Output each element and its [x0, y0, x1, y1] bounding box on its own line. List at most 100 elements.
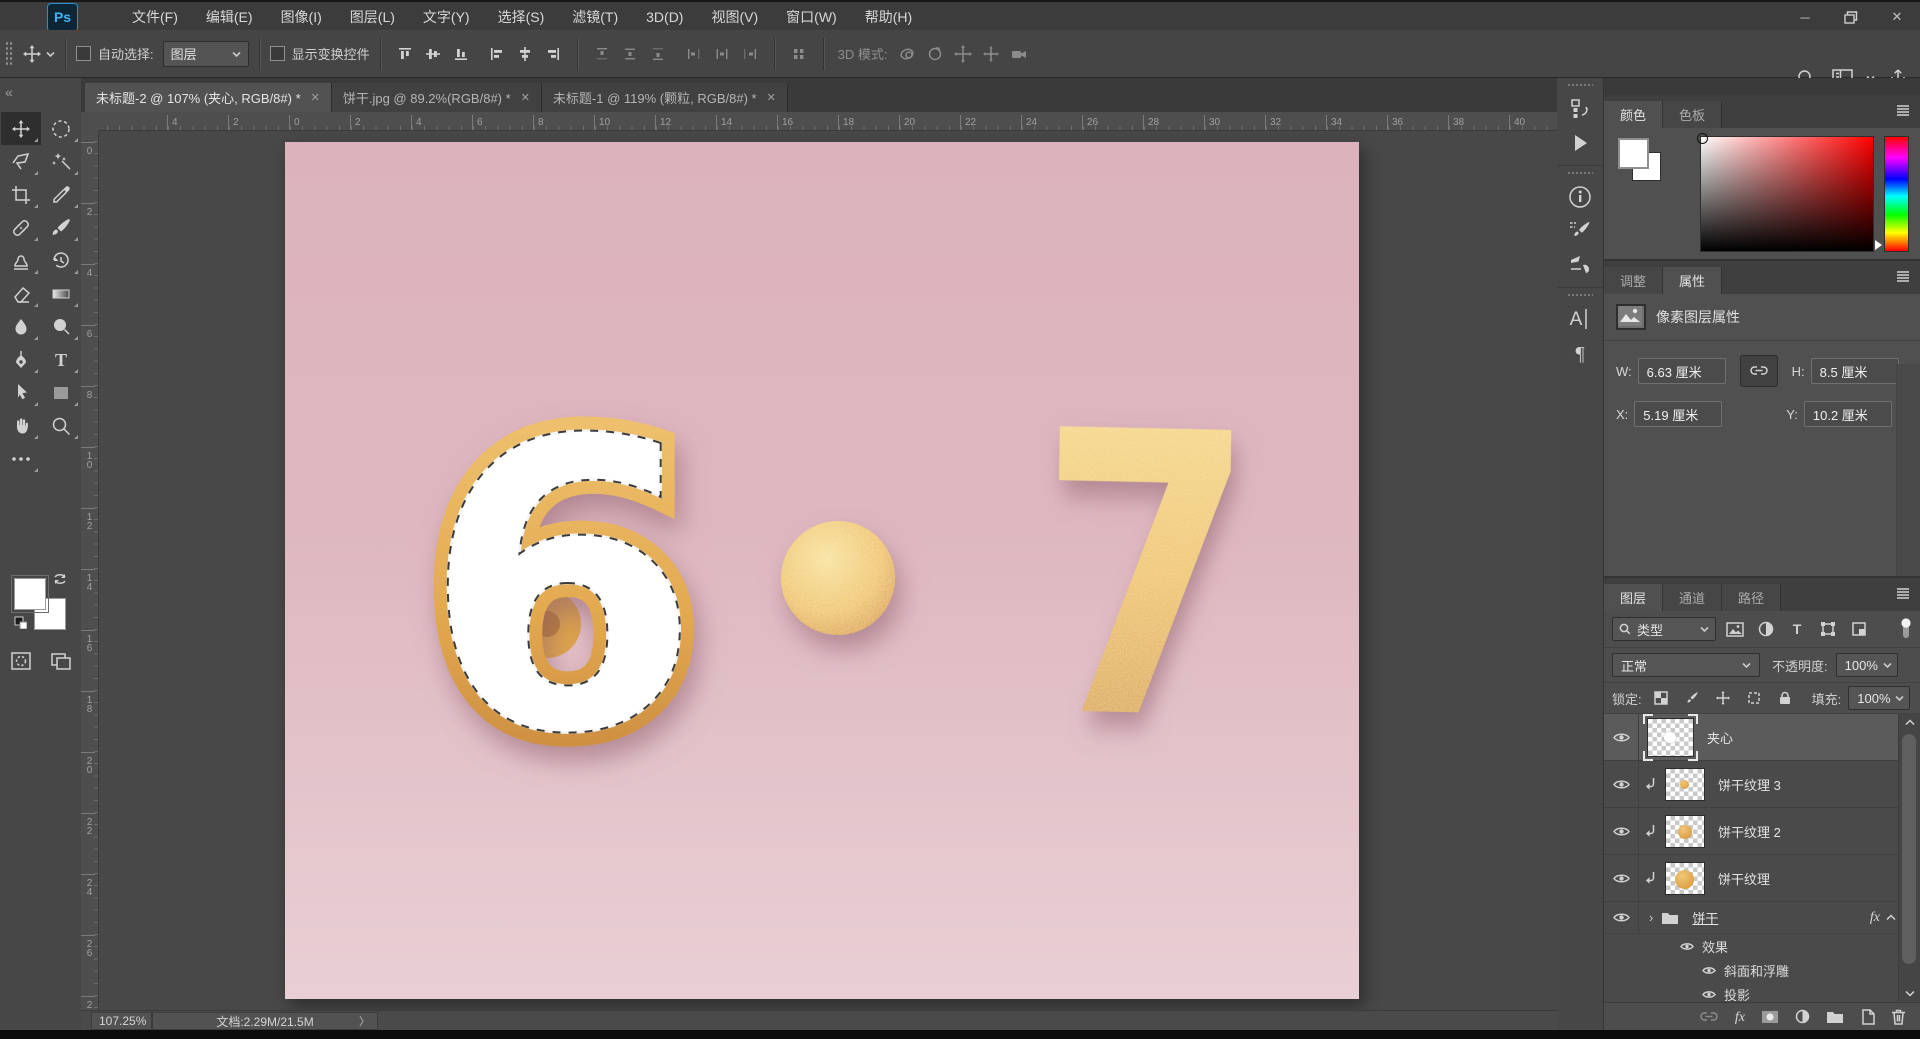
saturation-brightness-box[interactable]	[1697, 133, 1874, 252]
document-tab-3[interactable]: 未标题-1 @ 119% (颗粒, RGB/8#) * ✕	[541, 83, 788, 112]
menu-item[interactable]: 视图(V)	[697, 3, 772, 31]
lock-all-icon[interactable]	[1773, 687, 1797, 709]
3d-drag-icon[interactable]	[949, 40, 977, 68]
scroll-up-arrow[interactable]	[1899, 714, 1920, 730]
auto-select-checkbox[interactable]	[76, 46, 91, 61]
show-transform-checkbox[interactable]	[269, 46, 285, 61]
menu-item[interactable]: 图层(L)	[336, 3, 409, 31]
move-tool[interactable]	[0, 112, 41, 145]
move-tool-preset-icon[interactable]	[18, 40, 46, 68]
hand-tool[interactable]	[1, 409, 41, 442]
layer-group-row[interactable]: › 饼干 fx	[1604, 902, 1920, 934]
filter-adjustment-layers-icon[interactable]	[1754, 618, 1778, 640]
panel-menu-icon[interactable]	[1895, 104, 1911, 116]
blur-tool[interactable]	[1, 310, 41, 343]
panel-grip[interactable]	[1567, 171, 1593, 176]
lasso-tool[interactable]	[1, 145, 41, 178]
tab-color[interactable]: 颜色	[1604, 101, 1664, 128]
layer-thumbnail[interactable]	[1665, 814, 1705, 848]
3d-roll-icon[interactable]	[921, 40, 949, 68]
visibility-eye-icon[interactable]	[1604, 761, 1639, 807]
opacity-dropdown[interactable]: 100%	[1835, 653, 1898, 677]
group-expand-chevron[interactable]: ›	[1649, 910, 1653, 925]
panel-grip[interactable]	[1567, 83, 1593, 88]
layer-name[interactable]: 饼干纹理	[1718, 869, 1770, 888]
marquee-tool[interactable]	[41, 112, 81, 145]
clone-stamp-tool[interactable]	[1, 244, 41, 277]
close-button[interactable]: ✕	[1874, 2, 1920, 32]
document-canvas[interactable]: 6 6 6 7	[285, 142, 1359, 999]
y-field[interactable]: 10.2 厘米	[1803, 401, 1892, 427]
actions-panel-icon[interactable]	[1557, 126, 1603, 160]
scroll-down-arrow[interactable]	[1899, 985, 1920, 1001]
swap-colors-icon[interactable]	[52, 572, 68, 586]
status-expand-chevron[interactable]: 〉	[359, 1013, 370, 1029]
collapse-effects-chevron[interactable]	[1886, 914, 1896, 921]
width-field[interactable]: 6.63 厘米	[1637, 358, 1726, 384]
fx-badge[interactable]: fx	[1870, 910, 1880, 926]
vertical-ruler[interactable]: 0 2 4 6 8 10 12 14 16 18 20 22 24 26 28	[81, 131, 99, 1010]
distribute-spacing-button[interactable]	[785, 40, 813, 68]
align-right-edges-button[interactable]	[539, 40, 567, 68]
panel-grip[interactable]	[1567, 293, 1593, 298]
distribute-right-edges-button[interactable]	[736, 40, 764, 68]
layer-name[interactable]: 饼干纹理 2	[1718, 822, 1781, 841]
close-tab-icon[interactable]: ✕	[521, 91, 530, 104]
gradient-tool[interactable]	[41, 277, 81, 310]
dodge-tool[interactable]	[41, 310, 81, 343]
effects-eye-icon[interactable]	[1680, 942, 1694, 951]
tab-adjustments[interactable]: 调整	[1604, 267, 1664, 294]
shape-tool[interactable]	[41, 376, 81, 409]
brush-tool[interactable]	[41, 211, 81, 244]
layer-row-jiaxin[interactable]: 夹心	[1604, 713, 1920, 761]
hue-slider-marker[interactable]	[1875, 240, 1882, 250]
new-group-icon[interactable]	[1826, 1010, 1844, 1023]
tab-paths[interactable]: 路径	[1722, 584, 1782, 611]
eraser-tool[interactable]	[1, 277, 41, 310]
lock-transparency-icon[interactable]	[1649, 687, 1673, 709]
layer-thumbnail[interactable]	[1665, 767, 1705, 801]
visibility-eye-icon[interactable]	[1604, 808, 1639, 854]
menu-item[interactable]: 滤镜(T)	[558, 3, 632, 31]
pen-tool[interactable]	[1, 343, 41, 376]
filtering-toggle[interactable]	[1900, 618, 1912, 640]
document-tab-1[interactable]: 未标题-2 @ 107% (夹心, RGB/8#) * ✕	[85, 83, 332, 112]
effect-eye-icon[interactable]	[1702, 966, 1716, 975]
effects-row[interactable]: 效果	[1604, 934, 1920, 958]
3d-slide-icon[interactable]	[977, 40, 1005, 68]
character-panel-icon[interactable]: A	[1557, 302, 1603, 336]
dock-collapse-chevrons[interactable]: «	[5, 84, 13, 100]
distribute-horizontal-centers-button[interactable]	[708, 40, 736, 68]
quick-mask-button[interactable]	[1, 644, 41, 677]
filter-shape-layers-icon[interactable]	[1816, 618, 1840, 640]
foreground-color-swatch[interactable]	[11, 575, 49, 613]
magic-wand-tool[interactable]	[41, 145, 81, 178]
lock-position-icon[interactable]	[1711, 687, 1735, 709]
distribute-bottom-edges-button[interactable]	[644, 40, 672, 68]
layers-scrollbar[interactable]	[1898, 714, 1920, 1001]
x-field[interactable]: 5.19 厘米	[1634, 401, 1723, 427]
crop-tool[interactable]	[1, 178, 41, 211]
new-layer-icon[interactable]	[1860, 1008, 1875, 1025]
filter-type-layers-icon[interactable]: T	[1785, 618, 1809, 640]
clone-source-panel-icon[interactable]	[1557, 248, 1603, 282]
history-panel-icon[interactable]	[1557, 92, 1603, 126]
align-bottom-edges-button[interactable]	[447, 40, 475, 68]
layer-row-texture2[interactable]: 饼干纹理 2	[1604, 808, 1920, 855]
close-tab-icon[interactable]: ✕	[767, 91, 776, 104]
type-tool[interactable]: T	[41, 343, 81, 376]
document-tab-2[interactable]: 饼干.jpg @ 89.2%(RGB/8#) * ✕	[331, 83, 542, 112]
height-field[interactable]: 8.5 厘米	[1810, 358, 1899, 384]
visibility-eye-icon[interactable]	[1604, 855, 1639, 901]
path-selection-tool[interactable]	[1, 376, 41, 409]
foreground-color-swatch[interactable]	[1618, 138, 1649, 169]
preset-chevron-icon[interactable]	[46, 51, 55, 57]
layer-row-texture1[interactable]: 饼干纹理	[1604, 855, 1920, 902]
layer-name[interactable]: 饼干纹理 3	[1718, 775, 1781, 794]
filter-pixel-layers-icon[interactable]	[1723, 618, 1747, 640]
3d-camera-icon[interactable]	[1005, 40, 1033, 68]
lock-pixels-icon[interactable]	[1680, 687, 1704, 709]
menu-item[interactable]: 文件(F)	[118, 3, 192, 31]
history-brush-tool[interactable]	[41, 244, 81, 277]
menu-item[interactable]: 图像(I)	[267, 3, 336, 31]
